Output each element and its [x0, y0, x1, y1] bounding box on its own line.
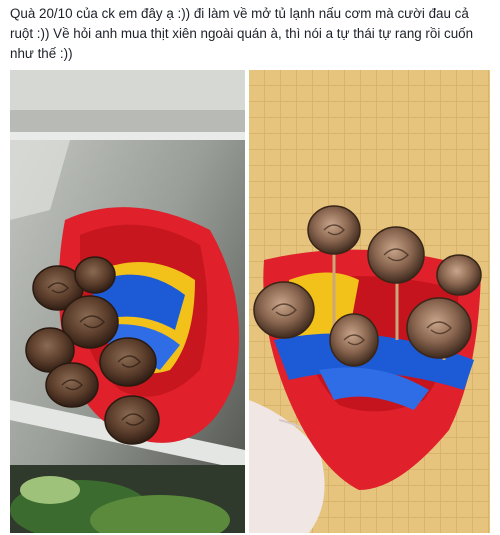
- fridge-bouquet-image: [10, 70, 245, 533]
- held-bouquet-image: [249, 70, 490, 533]
- fridge-photo[interactable]: [10, 70, 245, 533]
- post-text: Quà 20/10 của ck em đây ạ :)) đi làm về …: [10, 6, 474, 61]
- held-bouquet-photo[interactable]: [249, 70, 490, 533]
